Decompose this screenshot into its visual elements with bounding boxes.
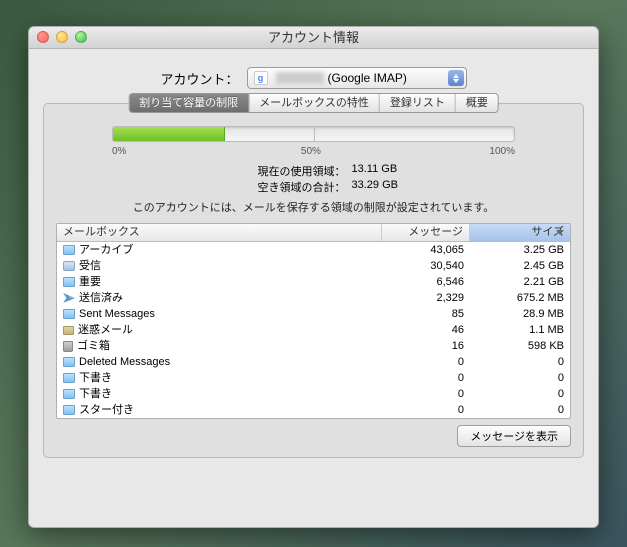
table-row[interactable]: 迷惑メール 461.1 MB bbox=[57, 322, 570, 338]
folder-icon bbox=[63, 357, 75, 367]
mailbox-name: 送信済み bbox=[79, 290, 123, 306]
mailbox-size: 2.21 GB bbox=[470, 274, 570, 290]
account-select[interactable]: g (Google IMAP) bbox=[247, 67, 467, 89]
col-size[interactable]: サイズ bbox=[470, 224, 570, 241]
mailbox-size: 598 KB bbox=[470, 338, 570, 354]
junk-icon bbox=[63, 326, 74, 335]
mailbox-name: Sent Messages bbox=[79, 306, 155, 322]
folder-icon bbox=[63, 389, 75, 399]
tab-summary[interactable]: 概要 bbox=[456, 94, 498, 112]
folder-icon bbox=[63, 309, 75, 319]
free-label: 空き領域の合計： bbox=[186, 179, 346, 195]
account-info-window: アカウント情報 アカウント： g (Google IMAP) 割り当て容量の制限… bbox=[28, 26, 599, 528]
table-row[interactable]: 重要 6,5462.21 GB bbox=[57, 274, 570, 290]
close-icon[interactable] bbox=[37, 31, 49, 43]
send-icon bbox=[63, 293, 75, 303]
account-label: アカウント： bbox=[160, 69, 238, 88]
trash-icon bbox=[63, 341, 73, 352]
chevron-updown-icon bbox=[448, 70, 464, 86]
mailbox-size: 0 bbox=[470, 370, 570, 386]
col-mailbox[interactable]: メールボックス bbox=[57, 224, 382, 241]
mailbox-name: 下書き bbox=[79, 386, 112, 402]
scale-100: 100% bbox=[489, 146, 515, 157]
table-row[interactable]: Deleted Messages 00 bbox=[57, 354, 570, 370]
scale-50: 50% bbox=[301, 146, 321, 157]
table-row[interactable]: 下書き 00 bbox=[57, 386, 570, 402]
table-row[interactable]: 下書き 00 bbox=[57, 370, 570, 386]
tab-subscriptions[interactable]: 登録リスト bbox=[380, 94, 456, 112]
mailbox-name: Deleted Messages bbox=[79, 354, 170, 370]
tab-properties[interactable]: メールボックスの特性 bbox=[249, 94, 380, 112]
google-icon: g bbox=[254, 71, 268, 85]
mailbox-size: 675.2 MB bbox=[470, 290, 570, 306]
quota-progress bbox=[112, 126, 515, 142]
folder-icon bbox=[63, 277, 75, 287]
mailbox-size: 0 bbox=[470, 402, 570, 418]
mailbox-size: 28.9 MB bbox=[470, 306, 570, 322]
message-count: 2,329 bbox=[382, 290, 470, 306]
scale-0: 0% bbox=[112, 146, 126, 157]
mailbox-name: スター付き bbox=[79, 402, 134, 418]
mailbox-name: 迷惑メール bbox=[78, 322, 133, 338]
used-value: 13.11 GB bbox=[352, 163, 442, 179]
account-name-redacted bbox=[276, 72, 324, 84]
window-title: アカウント情報 bbox=[268, 30, 359, 45]
mailbox-name: ゴミ箱 bbox=[77, 338, 110, 354]
table-row[interactable]: ゴミ箱 16598 KB bbox=[57, 338, 570, 354]
mailbox-name: 受信 bbox=[79, 258, 101, 274]
progress-scale: 0% 50% 100% bbox=[112, 146, 515, 157]
message-count: 16 bbox=[382, 338, 470, 354]
folder-icon bbox=[63, 405, 75, 415]
message-count: 0 bbox=[382, 370, 470, 386]
message-count: 0 bbox=[382, 402, 470, 418]
message-count: 30,540 bbox=[382, 258, 470, 274]
tabs: 割り当て容量の制限 メールボックスの特性 登録リスト 概要 bbox=[128, 93, 499, 113]
mailbox-size: 0 bbox=[470, 386, 570, 402]
used-label: 現在の使用領域： bbox=[186, 163, 346, 179]
table-row[interactable]: 送信済み 2,329675.2 MB bbox=[57, 290, 570, 306]
message-count: 85 bbox=[382, 306, 470, 322]
inbox-icon bbox=[63, 261, 75, 271]
message-count: 46 bbox=[382, 322, 470, 338]
mailbox-name: 重要 bbox=[79, 274, 101, 290]
titlebar[interactable]: アカウント情報 bbox=[29, 27, 598, 49]
col-messages[interactable]: メッセージ bbox=[382, 224, 470, 241]
mailbox-name: 下書き bbox=[79, 370, 112, 386]
table-row[interactable]: 受信 30,5402.45 GB bbox=[57, 258, 570, 274]
tab-quota[interactable]: 割り当て容量の制限 bbox=[129, 94, 249, 112]
mailbox-table: メールボックス メッセージ サイズ アーカイブ 43,0653.25 GB 受信 30… bbox=[56, 223, 571, 419]
folder-icon bbox=[63, 245, 75, 255]
mailbox-size: 1.1 MB bbox=[470, 322, 570, 338]
mailbox-size: 3.25 GB bbox=[470, 242, 570, 258]
minimize-icon[interactable] bbox=[56, 31, 68, 43]
account-provider: (Google IMAP) bbox=[328, 71, 407, 85]
message-count: 43,065 bbox=[382, 242, 470, 258]
mailbox-name: アーカイブ bbox=[79, 242, 133, 258]
quota-note: このアカウントには、メールを保存する領域の制限が設定されています。 bbox=[56, 199, 571, 215]
zoom-icon[interactable] bbox=[75, 31, 87, 43]
folder-icon bbox=[63, 373, 75, 383]
mailbox-size: 0 bbox=[470, 354, 570, 370]
table-row[interactable]: Sent Messages 8528.9 MB bbox=[57, 306, 570, 322]
main-panel: 割り当て容量の制限 メールボックスの特性 登録リスト 概要 0% 50% 100… bbox=[43, 103, 584, 458]
table-row[interactable]: アーカイブ 43,0653.25 GB bbox=[57, 242, 570, 258]
message-count: 6,546 bbox=[382, 274, 470, 290]
message-count: 0 bbox=[382, 386, 470, 402]
table-row[interactable]: スター付き 00 bbox=[57, 402, 570, 418]
message-count: 0 bbox=[382, 354, 470, 370]
mailbox-size: 2.45 GB bbox=[470, 258, 570, 274]
show-messages-button[interactable]: メッセージを表示 bbox=[457, 425, 571, 447]
free-value: 33.29 GB bbox=[352, 179, 442, 195]
